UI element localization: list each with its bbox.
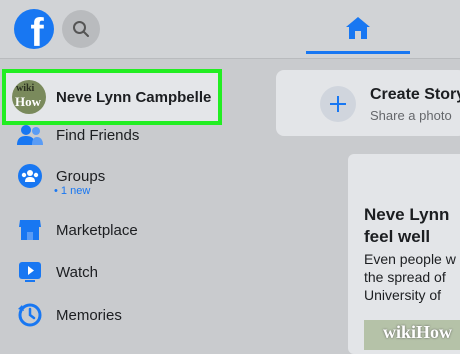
sidebar-item-marketplace[interactable]: Marketplace	[10, 210, 258, 250]
avatar-text-bottom: How	[15, 94, 41, 109]
groups-new-badge: • 1 new	[54, 185, 91, 197]
sidebar-item-label: Find Friends	[56, 126, 140, 144]
groups-icon	[16, 162, 44, 190]
search-button[interactable]	[62, 10, 100, 48]
facebook-logo-letter: f	[30, 11, 44, 49]
watermark: wikiHow	[383, 322, 453, 342]
active-tab-indicator	[306, 51, 410, 54]
news-body-line: the spread of	[364, 269, 446, 285]
news-title-line: feel well	[364, 227, 431, 246]
friends-icon	[16, 121, 44, 149]
tab-home[interactable]	[306, 0, 410, 56]
watch-icon	[16, 258, 44, 286]
profile-name: Neve Lynn Campbelle	[56, 88, 212, 106]
top-navigation-bar: f	[0, 0, 460, 59]
add-story-button[interactable]	[320, 86, 356, 122]
sidebar-item-groups[interactable]: Groups	[10, 156, 258, 196]
sidebar-item-find-friends[interactable]: Find Friends	[10, 115, 258, 155]
sidebar-item-label: Marketplace	[56, 221, 138, 239]
create-story-subtitle: Share a photo	[370, 108, 452, 123]
home-icon	[346, 17, 370, 39]
facebook-logo-icon[interactable]: f	[14, 9, 54, 49]
avatar: wiki How	[12, 80, 46, 114]
news-card-body: Even people w the spread of University o…	[364, 250, 460, 304]
memories-icon	[16, 301, 44, 329]
marketplace-icon	[16, 216, 44, 244]
avatar-text-top: wiki	[16, 83, 35, 94]
news-card-title: Neve Lynn feel well	[364, 204, 460, 248]
search-icon	[73, 21, 89, 37]
sidebar-item-memories[interactable]: Memories	[10, 295, 258, 335]
sidebar-item-label: Groups	[56, 167, 106, 185]
sidebar-item-label: Watch	[56, 263, 98, 281]
news-body-line: University of	[364, 287, 442, 303]
sidebar-item-watch[interactable]: Watch	[10, 252, 258, 292]
news-title-line: Neve Lynn	[364, 205, 450, 224]
plus-icon	[330, 96, 346, 112]
sidebar-item-label: Memories	[56, 306, 122, 324]
create-story-title: Create Story	[370, 86, 460, 103]
news-body-line: Even people w	[364, 251, 456, 267]
